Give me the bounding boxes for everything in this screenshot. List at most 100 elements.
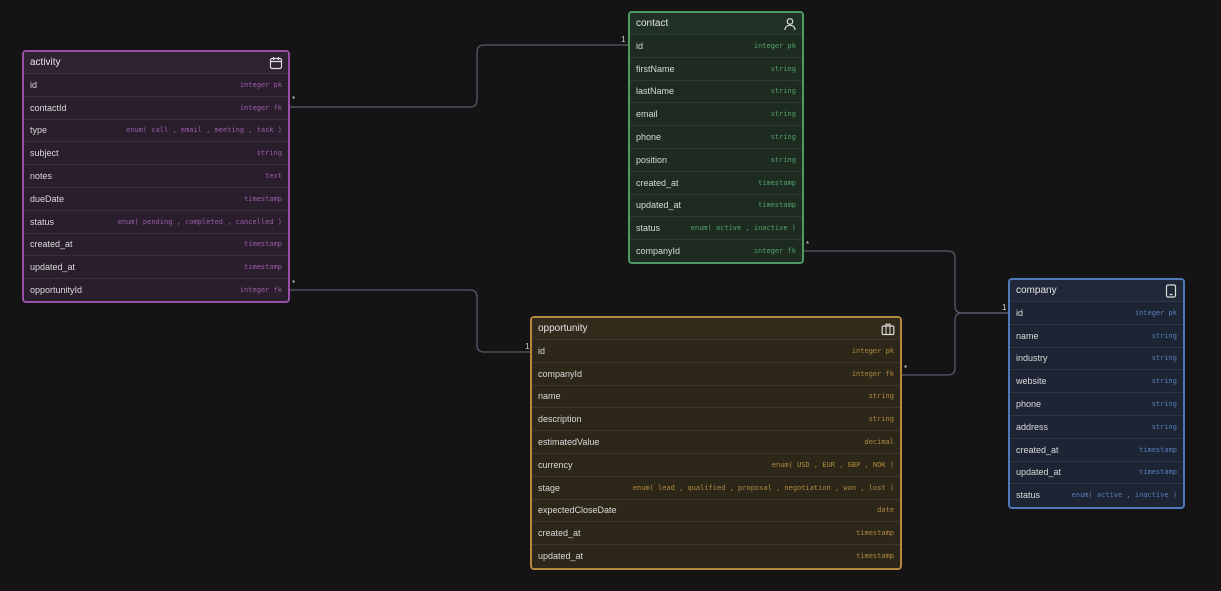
- entity-title: contact: [636, 18, 669, 29]
- field-row[interactable]: id integer pk: [1010, 301, 1183, 324]
- field-type: string: [1151, 422, 1177, 431]
- field-row[interactable]: email string: [630, 102, 802, 125]
- entity-header[interactable]: contact: [630, 13, 802, 34]
- calendar-icon: [269, 56, 283, 70]
- field-type: integer fk: [239, 286, 282, 295]
- field-name: phone: [636, 132, 662, 143]
- entity-header[interactable]: company: [1010, 280, 1183, 301]
- field-row[interactable]: companyId integer fk: [532, 361, 900, 385]
- field-name: updated_at: [636, 200, 682, 211]
- field-row[interactable]: address string: [1010, 414, 1183, 438]
- field-type: text: [265, 172, 282, 181]
- field-row[interactable]: status enum( active , inactive ): [630, 216, 802, 239]
- field-type: timestamp: [1139, 468, 1177, 477]
- field-name: currency: [538, 459, 573, 470]
- field-name: id: [1016, 307, 1024, 318]
- field-type: timestamp: [856, 552, 894, 561]
- field-row[interactable]: created_at timestamp: [532, 521, 900, 544]
- field-type: enum( lead , qualified , proposal , nego…: [632, 483, 894, 492]
- field-row[interactable]: name string: [532, 384, 900, 408]
- field-name: id: [538, 345, 546, 356]
- relation-opportunity-company[interactable]: * 1: [902, 303, 1013, 376]
- field-type: string: [1151, 331, 1177, 340]
- field-row[interactable]: currency enum( USD , EUR , GBP , NOK ): [532, 452, 900, 476]
- relation-activity-contact[interactable]: * 1: [290, 35, 628, 108]
- field-row[interactable]: stage enum( lead , qualified , proposal ,…: [532, 475, 900, 499]
- field-name: position: [636, 154, 668, 165]
- field-name: email: [636, 109, 658, 120]
- field-row[interactable]: phone string: [1010, 392, 1183, 415]
- field-name: updated_at: [538, 551, 584, 562]
- field-name: created_at: [538, 528, 581, 539]
- field-row[interactable]: subject string: [24, 141, 288, 164]
- diagram-canvas[interactable]: * 1 * 1 * 1 * 1 activity id integer pk co…: [0, 0, 1221, 591]
- field-name: created_at: [1016, 444, 1059, 455]
- field-name: contactId: [30, 102, 67, 113]
- field-row[interactable]: id integer pk: [532, 339, 900, 362]
- field-row[interactable]: dueDate timestamp: [24, 186, 288, 210]
- field-type: string: [770, 155, 796, 164]
- field-row[interactable]: phone string: [630, 125, 802, 148]
- field-row[interactable]: opportunityId integer fk: [24, 278, 288, 301]
- field-row[interactable]: created_at timestamp: [630, 170, 802, 194]
- field-type: string: [1151, 354, 1177, 363]
- field-row[interactable]: type enum( call , email , meeting , task …: [24, 118, 288, 142]
- field-row[interactable]: website string: [1010, 369, 1183, 392]
- field-row[interactable]: updated_at timestamp: [630, 193, 802, 217]
- entity-header[interactable]: activity: [24, 52, 288, 73]
- entity-title: activity: [30, 57, 61, 68]
- field-name: updated_at: [1016, 467, 1062, 478]
- field-type: string: [868, 392, 894, 401]
- field-row[interactable]: companyId integer fk: [630, 239, 802, 262]
- field-row[interactable]: firstName string: [630, 56, 802, 80]
- field-type: string: [1151, 377, 1177, 386]
- field-name: name: [538, 391, 561, 402]
- field-row[interactable]: status enum( active , inactive ): [1010, 483, 1183, 506]
- field-type: string: [1151, 400, 1177, 409]
- cardinality-many: *: [806, 240, 809, 249]
- field-name: notes: [30, 171, 53, 182]
- field-name: website: [1016, 376, 1047, 387]
- field-row[interactable]: updated_at timestamp: [1010, 460, 1183, 484]
- field-row[interactable]: expectedCloseDate date: [532, 498, 900, 522]
- field-row[interactable]: position string: [630, 147, 802, 171]
- field-type: string: [770, 87, 796, 96]
- field-type: enum( call , email , meeting , task ): [126, 126, 282, 135]
- relation-activity-opportunity[interactable]: * 1: [290, 279, 530, 353]
- field-row[interactable]: updated_at timestamp: [532, 544, 900, 567]
- field-row[interactable]: estimatedValue decimal: [532, 430, 900, 453]
- field-type: integer pk: [851, 346, 894, 355]
- field-row[interactable]: status enum( pending , completed , cancel…: [24, 209, 288, 233]
- field-row[interactable]: industry string: [1010, 346, 1183, 370]
- field-row[interactable]: created_at timestamp: [1010, 437, 1183, 461]
- field-name: phone: [1016, 399, 1042, 410]
- entity-contact[interactable]: contact id integer pk firstName string las…: [628, 11, 804, 264]
- field-row[interactable]: created_at timestamp: [24, 232, 288, 256]
- field-type: integer fk: [239, 103, 282, 112]
- field-type: timestamp: [856, 529, 894, 538]
- field-row[interactable]: id integer pk: [24, 73, 288, 96]
- user-icon: [783, 17, 797, 31]
- entity-header[interactable]: opportunity: [532, 318, 900, 339]
- field-row[interactable]: description string: [532, 407, 900, 430]
- field-row[interactable]: name string: [1010, 323, 1183, 347]
- tablet-icon: [1164, 283, 1178, 298]
- field-type: timestamp: [1139, 445, 1177, 454]
- entity-company[interactable]: company id integer pk name string industry…: [1008, 278, 1185, 509]
- field-type: enum( active , inactive ): [1071, 491, 1177, 500]
- entity-activity[interactable]: activity id integer pk contactId integer f…: [22, 50, 290, 303]
- field-name: id: [30, 79, 38, 90]
- field-type: timestamp: [758, 201, 796, 210]
- field-name: dueDate: [30, 193, 65, 204]
- entity-opportunity[interactable]: opportunity id integer pk companyId intege…: [530, 316, 902, 570]
- field-row[interactable]: updated_at timestamp: [24, 255, 288, 278]
- field-name: status: [636, 223, 661, 234]
- entity-title: opportunity: [538, 323, 588, 334]
- field-row[interactable]: contactId integer fk: [24, 95, 288, 119]
- field-name: expectedCloseDate: [538, 505, 617, 516]
- field-type: timestamp: [244, 263, 282, 272]
- relation-contact-company[interactable]: * 1: [804, 240, 1008, 314]
- field-row[interactable]: notes text: [24, 164, 288, 187]
- field-row[interactable]: id integer pk: [630, 34, 802, 57]
- field-row[interactable]: lastName string: [630, 79, 802, 103]
